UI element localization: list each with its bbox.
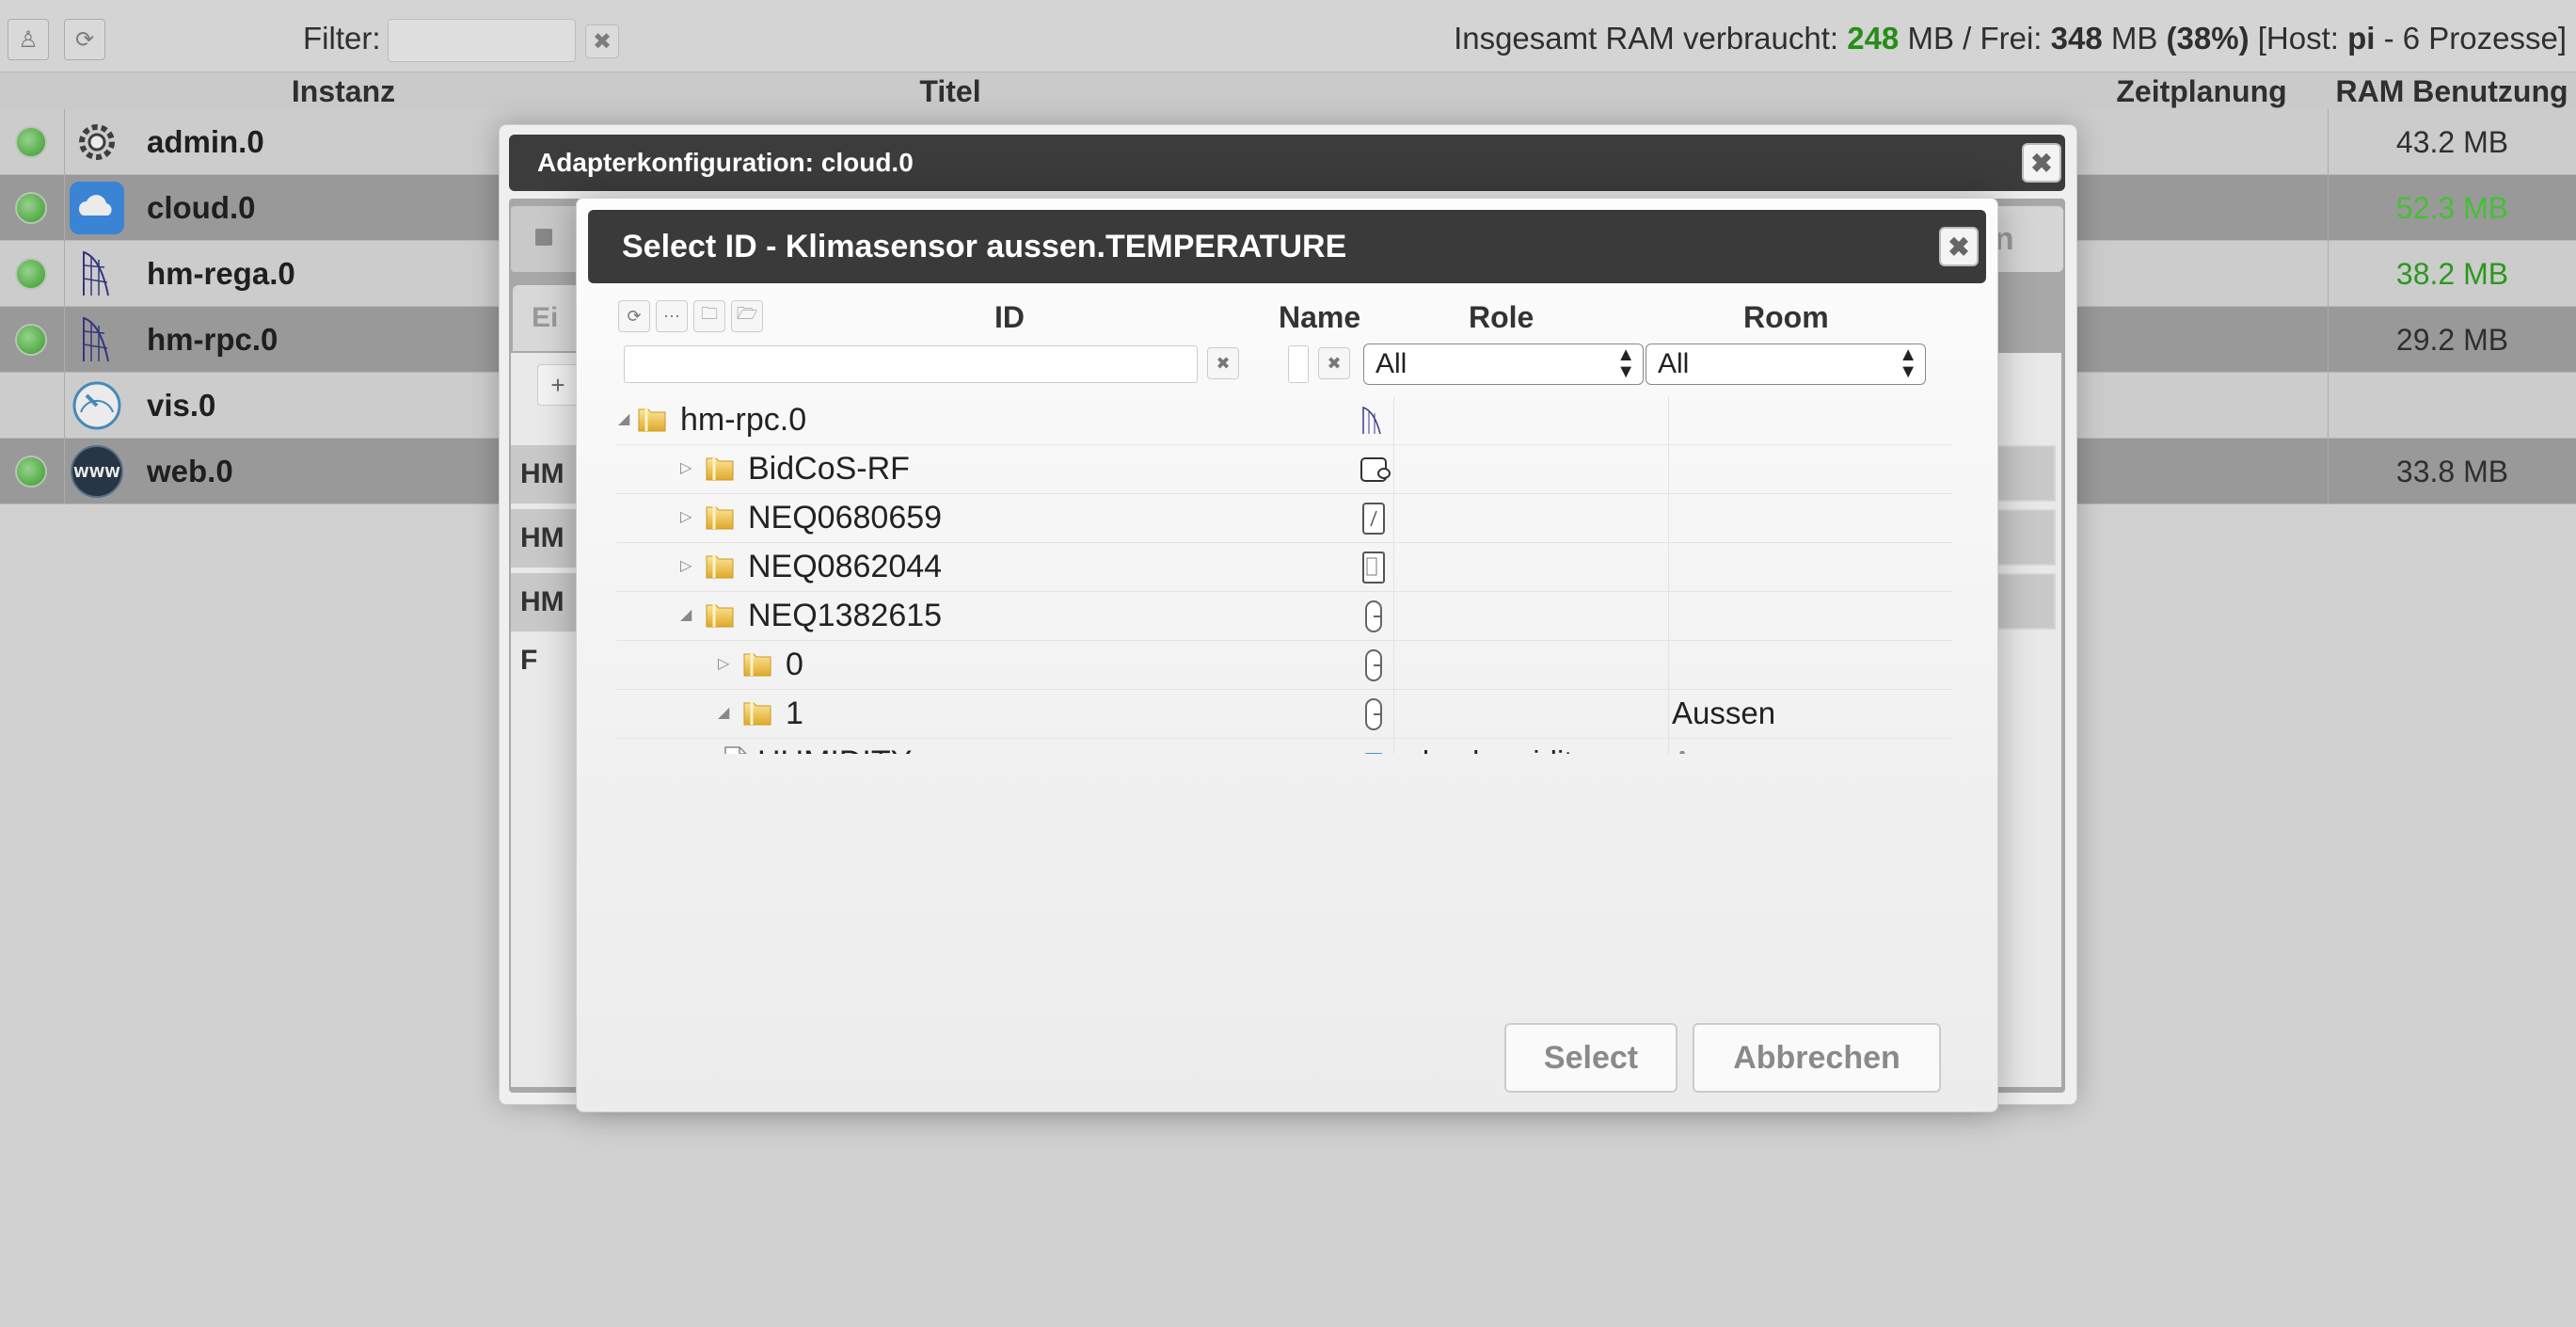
tree-label: BidCoS-RF — [748, 451, 910, 487]
folder-icon — [705, 600, 737, 630]
tree-row[interactable]: ◢ NEQ1382615 — [616, 592, 1952, 641]
column-divider — [1393, 690, 1394, 739]
tree-row[interactable]: ◢ 1 Aussen — [616, 690, 1952, 739]
select-arrows-icon: ▲ ▼ — [1616, 344, 1635, 382]
name-filter-input[interactable] — [1288, 345, 1309, 383]
name-filter-clear-button[interactable]: ✖ — [1318, 347, 1350, 379]
column-divider — [1668, 494, 1669, 543]
column-divider — [1668, 592, 1669, 641]
adapter-add-button[interactable]: + — [537, 364, 579, 406]
adapter-row-button[interactable] — [1996, 573, 2056, 630]
expand-icon[interactable]: ▷ — [718, 654, 729, 673]
homematic-icon — [1360, 404, 1388, 438]
refresh-icon[interactable]: ⟳ — [618, 300, 650, 332]
adapter-hm-row: HM F — [511, 509, 586, 612]
object-tree: ◢ hm-rpc.0 ▷ BidCoS-RF ▷ NEQ0680659 ▷ NEQ086204… — [616, 396, 1952, 754]
expand-icon[interactable]: ▷ — [680, 556, 692, 575]
tree-row[interactable]: ▷ 0 — [616, 641, 1952, 690]
column-divider — [1393, 641, 1394, 690]
column-divider — [1668, 641, 1669, 690]
tree-label: NEQ0862044 — [748, 549, 943, 584]
tree-label: hm-rpc.0 — [680, 402, 807, 438]
climate-sensor-icon — [1360, 648, 1388, 682]
state-icon — [1360, 746, 1388, 754]
role-filter-select[interactable]: All ▲ ▼ — [1363, 344, 1644, 385]
select-dialog-title: Select ID - Klimasensor aussen.TEMPERATU… — [622, 229, 1347, 264]
adapter-dialog-titlebar: Adapterkonfiguration: cloud.0 ✖ — [509, 135, 2065, 191]
file-icon — [724, 746, 748, 754]
folder-icon — [705, 502, 737, 532]
tree-label: NEQ1382615 — [748, 598, 943, 633]
tree-label: HUMIDITY — [757, 744, 912, 754]
save-icon — [535, 229, 552, 246]
column-divider — [1668, 690, 1669, 739]
column-divider — [1668, 396, 1669, 445]
id-filter-input[interactable] — [624, 345, 1198, 383]
tree-label: 0 — [786, 647, 803, 682]
adapter-save-button[interactable] — [511, 206, 586, 272]
climate-sensor-icon — [1360, 600, 1388, 633]
select-button[interactable]: Select — [1504, 1023, 1678, 1093]
adapter-row-button[interactable] — [1996, 509, 2056, 566]
adapter-dialog-title: Adapterkonfiguration: cloud.0 — [537, 148, 914, 177]
tree-row[interactable]: ▷ NEQ0862044 — [616, 543, 1952, 592]
collapse-icon[interactable]: ◢ — [680, 605, 692, 624]
column-name: Name — [1279, 300, 1361, 334]
folder-icon — [742, 697, 774, 727]
collapse-icon[interactable]: ◢ — [618, 409, 629, 428]
adapter-close-button[interactable]: ✖ — [2022, 143, 2061, 183]
tree-row[interactable]: ▷ BidCoS-RF — [616, 445, 1952, 494]
column-divider — [1393, 445, 1394, 494]
column-divider — [1393, 494, 1394, 543]
wall-switch-icon — [1360, 502, 1388, 536]
adapter-hm-row: HM F — [511, 573, 586, 676]
column-divider — [1668, 445, 1669, 494]
column-room: Room — [1743, 300, 1829, 334]
folder-icon — [705, 551, 737, 581]
column-divider — [1393, 592, 1394, 641]
expand-icon[interactable]: ▷ — [680, 458, 692, 477]
column-divider — [1393, 396, 1394, 445]
select-dialog-titlebar: Select ID - Klimasensor aussen.TEMPERATU… — [588, 210, 1986, 283]
tree-role: value.humidity — [1390, 744, 1588, 754]
column-divider — [1668, 543, 1669, 592]
column-id: ID — [994, 300, 1025, 334]
select-close-button[interactable]: ✖ — [1939, 227, 1979, 266]
role-filter-value: All — [1375, 348, 1407, 379]
tree-row[interactable]: ▷ NEQ0680659 — [616, 494, 1952, 543]
list-view-icon[interactable]: ⋯ — [656, 300, 688, 332]
adapter-hm-row: HM F — [511, 445, 586, 548]
tree-row[interactable]: ◢ hm-rpc.0 — [616, 396, 1952, 445]
tree-row[interactable]: HUMIDITY value.humidity Aussen — [616, 739, 1952, 754]
column-role: Role — [1469, 300, 1534, 334]
cancel-button[interactable]: Abbrechen — [1693, 1023, 1941, 1093]
door-contact-icon — [1360, 551, 1388, 584]
folder-icon — [705, 453, 737, 483]
expand-icon[interactable]: ▷ — [680, 507, 692, 526]
select-arrows-icon: ▲ ▼ — [1899, 344, 1917, 382]
folder-expand-icon[interactable]: 🗁 — [731, 300, 763, 332]
column-divider — [1668, 739, 1669, 754]
tree-label: 1 — [786, 695, 803, 731]
radio-module-icon — [1360, 453, 1391, 487]
id-filter-clear-button[interactable]: ✖ — [1207, 347, 1239, 379]
adapter-row-button[interactable] — [1996, 445, 2056, 502]
room-filter-select[interactable]: All ▲ ▼ — [1646, 344, 1926, 385]
collapse-icon[interactable]: ◢ — [718, 703, 729, 722]
climate-sensor-icon — [1360, 697, 1388, 731]
folder-collapse-icon[interactable]: 🗀 — [693, 300, 725, 332]
tree-room: Aussen — [1672, 695, 1776, 730]
tree-label: NEQ0680659 — [748, 500, 943, 536]
folder-icon — [637, 404, 669, 434]
tree-room: Aussen — [1672, 744, 1775, 754]
select-id-dialog: Select ID - Klimasensor aussen.TEMPERATU… — [576, 198, 1998, 1112]
room-filter-value: All — [1658, 348, 1690, 379]
folder-icon — [742, 648, 774, 679]
column-divider — [1393, 543, 1394, 592]
